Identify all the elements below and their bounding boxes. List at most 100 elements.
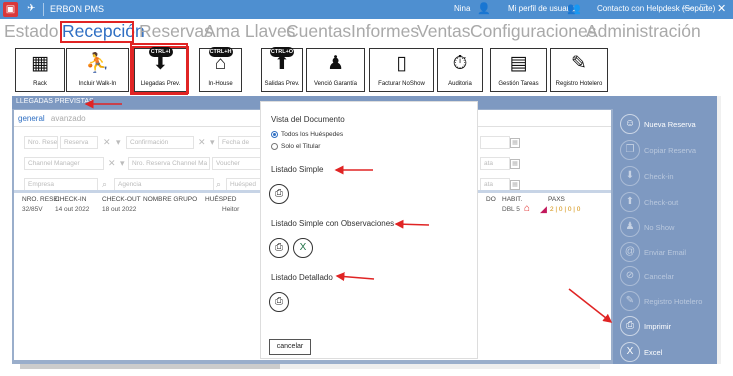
action-label: Excel [644, 348, 663, 357]
clear-icon[interactable]: ✕ [103, 136, 111, 149]
col-header-paxs[interactable]: PAXS [548, 196, 565, 203]
pin-icon[interactable]: ✈ [27, 3, 35, 14]
menu-informes[interactable]: Informes [351, 21, 419, 42]
menu-administracion[interactable]: Administración [586, 21, 701, 42]
close-button[interactable]: ✕ [717, 2, 726, 15]
col-header-checkout[interactable]: CHECK-OUT [102, 196, 141, 203]
printer-icon: ⎙ [275, 296, 283, 307]
noshow-action[interactable]: ♟ No Show [620, 217, 716, 239]
walk-in-label: Incluir Walk-In [78, 81, 117, 87]
menu-reservas[interactable]: Reservas [139, 21, 213, 42]
tab-general[interactable]: general [18, 114, 45, 123]
arrivals-button[interactable]: CTRL+I ⬇ Llegadas Prev. [132, 46, 189, 94]
title-bar: ▣ ✈ ERBON PMS Nina 👤 Mi perfil de usuari… [0, 0, 733, 19]
tab-avanzado[interactable]: avanzado [51, 114, 86, 123]
calendar-icon[interactable]: ▦ [510, 138, 520, 148]
scrollbar-thumb[interactable] [20, 364, 280, 369]
menu-estado[interactable]: Estado [4, 21, 58, 42]
chevron-down-icon[interactable]: ▾ [116, 136, 121, 149]
reservation-number-field[interactable]: Nro. Reserv [24, 136, 58, 149]
users-icon: 👥 [567, 3, 581, 15]
rack-label: Rack [33, 81, 47, 87]
action-label: Imprimir [644, 322, 672, 331]
user-avatar-icon[interactable]: 👤 [477, 2, 491, 15]
radio-all-guests[interactable]: Todos los Huéspedes [271, 131, 343, 138]
radio-checked-icon[interactable] [271, 131, 278, 138]
walk-in-button[interactable]: ⛹ Incluir Walk-In [66, 48, 129, 92]
calendar-icon[interactable]: ▦ [510, 180, 520, 190]
app-title: ERBON PMS [50, 4, 105, 14]
date-from-field[interactable] [480, 136, 510, 149]
rack-button[interactable]: ▦ Rack [15, 48, 65, 92]
audit-button[interactable]: ⏱ Auditoria [437, 48, 483, 92]
menu-cuentas[interactable]: Cuentas [286, 21, 351, 42]
chevron-down-icon[interactable]: ▾ [210, 136, 215, 149]
guarantee-label: Venció Garantía [313, 81, 358, 87]
copy-reservation-action[interactable]: ❐ Copiar Reserva [620, 140, 716, 162]
col-header-guest[interactable]: HUÉSPED [205, 196, 236, 203]
menu-configuraciones[interactable]: Configuraciones [470, 21, 596, 42]
clear-icon[interactable]: ✕ [108, 157, 116, 170]
walk-in-icon: ⛹ [85, 53, 110, 74]
excel-icon: X [620, 342, 640, 362]
departures-button[interactable]: CTRL+O ⬆ Salidas Prev. [261, 47, 303, 92]
minimize-button[interactable]: — [682, 2, 693, 14]
tasks-button[interactable]: ▤ Gestión Tareas [490, 48, 547, 92]
clear-icon[interactable]: ✕ [198, 136, 206, 149]
col-header-group[interactable]: NOMBRE GRUPO [143, 196, 197, 203]
noshow-icon: ♟ [620, 217, 640, 237]
checkout-action[interactable]: ⬆ Check-out [620, 192, 716, 214]
noshow-billing-button[interactable]: ▯ Facturar NoShow [369, 48, 434, 92]
in-house-button[interactable]: CTRL+H ⌂ In-House [199, 47, 242, 92]
arrivals-icon: ⬇ [152, 53, 169, 74]
person-icon: ☺ [620, 114, 640, 134]
panel-tabs: general avanzado [18, 114, 90, 123]
email-action[interactable]: @ Enviar Email [620, 242, 716, 264]
user-name[interactable]: Nina [454, 4, 470, 13]
cell-paxs: 2 | 0 | 0 | 0 [550, 206, 581, 213]
reservation-type-select[interactable]: Reserva [60, 136, 98, 149]
print-action[interactable]: ⎙ Imprimir [620, 316, 716, 338]
date-to-field[interactable]: ata [480, 157, 510, 170]
channel-manager-select[interactable]: Channel Manager [24, 157, 104, 170]
chevron-down-icon[interactable]: ▾ [120, 157, 125, 170]
signature-icon: ✎ [571, 53, 587, 74]
checkin-icon: ⬇ [620, 166, 640, 186]
guarantee-button[interactable]: ♟ Venció Garantía [306, 48, 365, 92]
col-header-checkin[interactable]: CHECK-IN [55, 196, 86, 203]
menu-ventas[interactable]: Ventas [417, 21, 471, 42]
channel-reservation-field[interactable]: Nro. Reserva Channel Ma [128, 157, 210, 170]
print-simple-notes-button[interactable]: ⎙ [269, 238, 289, 258]
registry-button[interactable]: ✎ Registro Hotelero [550, 48, 608, 92]
horizontal-scrollbar[interactable] [20, 364, 600, 369]
registry-action[interactable]: ✎ Registro Hotelero [620, 291, 716, 313]
checkout-icon: ⬆ [620, 192, 640, 212]
col-header-room[interactable]: HABIT. [502, 196, 522, 203]
cancel-action[interactable]: ⊘ Cancelar [620, 266, 716, 288]
col-header-do[interactable]: DO [486, 196, 496, 203]
simple-list-notes-label: Listado Simple con Observaciones [271, 219, 395, 228]
col-header-nro[interactable]: NRO. RESEI [22, 196, 60, 203]
radio-unchecked-icon[interactable] [271, 143, 278, 150]
vertical-scrollbar[interactable] [717, 96, 721, 364]
checkin-action[interactable]: ⬇ Check-in [620, 166, 716, 188]
email-icon: @ [620, 242, 640, 262]
excel-action[interactable]: X Excel [620, 342, 716, 364]
menu-ama-llaves[interactable]: Ama Llaves [204, 21, 295, 42]
print-detailed-button[interactable]: ⎙ [269, 292, 289, 312]
helpdesk-link[interactable]: Contacto con Helpdesk (Soporte) [597, 4, 715, 13]
new-reservation-action[interactable]: ☺ Nueva Reserva [620, 114, 716, 136]
maximize-button[interactable]: □ [700, 2, 707, 14]
profile-link[interactable]: Mi perfil de usuario [508, 4, 576, 13]
actions-sidebar: ☺ Nueva Reserva ❐ Copiar Reserva ⬇ Check… [613, 96, 717, 364]
calendar-icon[interactable]: ▦ [510, 159, 520, 169]
excel-simple-notes-button[interactable]: X [293, 238, 313, 258]
confirmation-select[interactable]: Confirmación [126, 136, 194, 149]
tasks-label: Gestión Tareas [498, 81, 539, 87]
cancel-button[interactable]: cancelar [269, 339, 311, 355]
print-dialog: Vista del Documento Todos los Huéspedes … [260, 101, 478, 359]
radio-holder-only[interactable]: Solo el Titular [271, 143, 320, 150]
title-separator [43, 3, 44, 16]
audit-icon: ⏱ [452, 53, 468, 74]
print-simple-button[interactable]: ⎙ [269, 184, 289, 204]
